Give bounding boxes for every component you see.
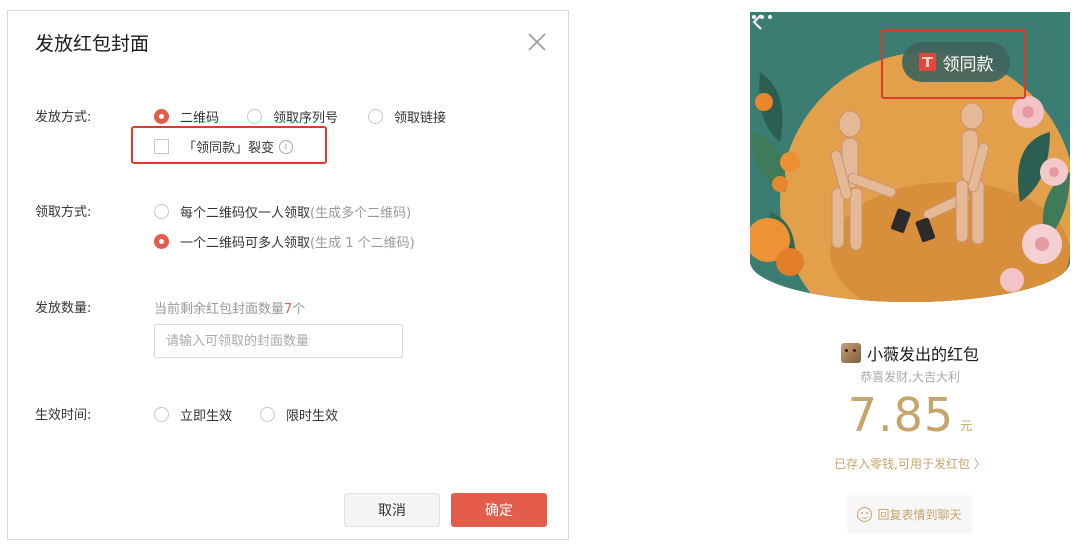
- close-icon[interactable]: [526, 31, 548, 53]
- quantity-input[interactable]: [154, 324, 403, 358]
- radio-immediate[interactable]: [154, 407, 169, 422]
- sender-row: 小薇发出的红包: [750, 341, 1070, 365]
- radio-multi-claim[interactable]: [154, 234, 169, 249]
- radio-qrcode[interactable]: [154, 109, 169, 124]
- fission-checkbox[interactable]: [154, 139, 169, 154]
- radio-multi-claim-hint: (生成 1 个二维码): [310, 236, 415, 251]
- sender-text: 小薇发出的红包: [866, 345, 979, 364]
- radio-link[interactable]: [368, 109, 383, 124]
- red-packet-preview: 领同款 小薇发出的红包 恭喜发财,大吉大利 7.85 元 已存入零钱,可用于发红…: [750, 12, 1070, 547]
- dialog-title: 发放红包封面: [35, 33, 150, 55]
- avatar: [840, 343, 861, 363]
- amount-value: 7.85: [847, 388, 955, 442]
- confirm-button[interactable]: 确定: [451, 493, 547, 527]
- radio-immediate-label: 立即生效: [180, 409, 233, 424]
- radio-link-label: 领取链接: [394, 111, 447, 126]
- claim-method-label: 领取方式:: [35, 205, 92, 220]
- amount-row: 7.85 元: [750, 392, 1070, 438]
- saved-to-change-link[interactable]: 已存入零钱,可用于发红包 〉: [750, 455, 1070, 472]
- fission-checkbox-label: 「领同款」裂变: [183, 141, 275, 156]
- issue-method-link-option[interactable]: 领取链接: [368, 107, 446, 126]
- smile-icon: [857, 506, 873, 522]
- radio-single-claim-label: 每个二维码仅一人领取: [180, 206, 311, 221]
- effective-immediate-option[interactable]: 立即生效: [154, 405, 232, 424]
- quantity-label: 发放数量:: [35, 301, 92, 316]
- remaining-prefix: 当前剩余红包封面数量: [154, 302, 285, 317]
- currency-unit: 元: [960, 419, 973, 433]
- issue-cover-dialog: 发放红包封面 发放方式: 二维码 领取序列号 领取链接 「领同款」裂变 i 领取…: [7, 10, 569, 540]
- claim-method-multi-option[interactable]: 一个二维码可多人领取 (生成 1 个二维码): [154, 232, 415, 251]
- radio-single-claim-hint: (生成多个二维码): [310, 206, 412, 221]
- radio-serial[interactable]: [247, 109, 262, 124]
- effective-limited-option[interactable]: 限时生效: [260, 405, 338, 424]
- radio-limited-label: 限时生效: [286, 409, 339, 424]
- remaining-suffix: 个: [292, 302, 306, 317]
- reply-sticker-label: 回复表情到聊天: [877, 507, 962, 522]
- wish-text: 恭喜发财,大吉大利: [860, 370, 960, 384]
- radio-multi-claim-label: 一个二维码可多人领取: [180, 236, 311, 251]
- claim-method-single-option[interactable]: 每个二维码仅一人领取 (生成多个二维码): [154, 202, 411, 221]
- effective-time-label: 生效时间:: [35, 408, 92, 423]
- radio-single-claim[interactable]: [154, 204, 169, 219]
- info-icon[interactable]: i: [279, 139, 294, 154]
- more-icon[interactable]: [750, 12, 774, 22]
- highlight-box-same-style: [881, 29, 1026, 99]
- radio-limited[interactable]: [260, 407, 275, 422]
- fission-checkbox-row[interactable]: 「领同款」裂变 i: [154, 137, 294, 156]
- remaining-count-text: 当前剩余红包封面数量7个: [154, 298, 305, 317]
- radio-qrcode-label: 二维码: [180, 111, 220, 126]
- issue-method-qrcode-option[interactable]: 二维码: [154, 107, 219, 126]
- cancel-button[interactable]: 取消: [344, 493, 440, 527]
- issue-method-label: 发放方式:: [35, 110, 92, 125]
- radio-serial-label: 领取序列号: [273, 111, 339, 126]
- cover-illustration: 领同款: [750, 12, 1070, 302]
- reply-sticker-button[interactable]: 回复表情到聊天: [847, 495, 972, 533]
- issue-method-serial-option[interactable]: 领取序列号: [247, 107, 338, 126]
